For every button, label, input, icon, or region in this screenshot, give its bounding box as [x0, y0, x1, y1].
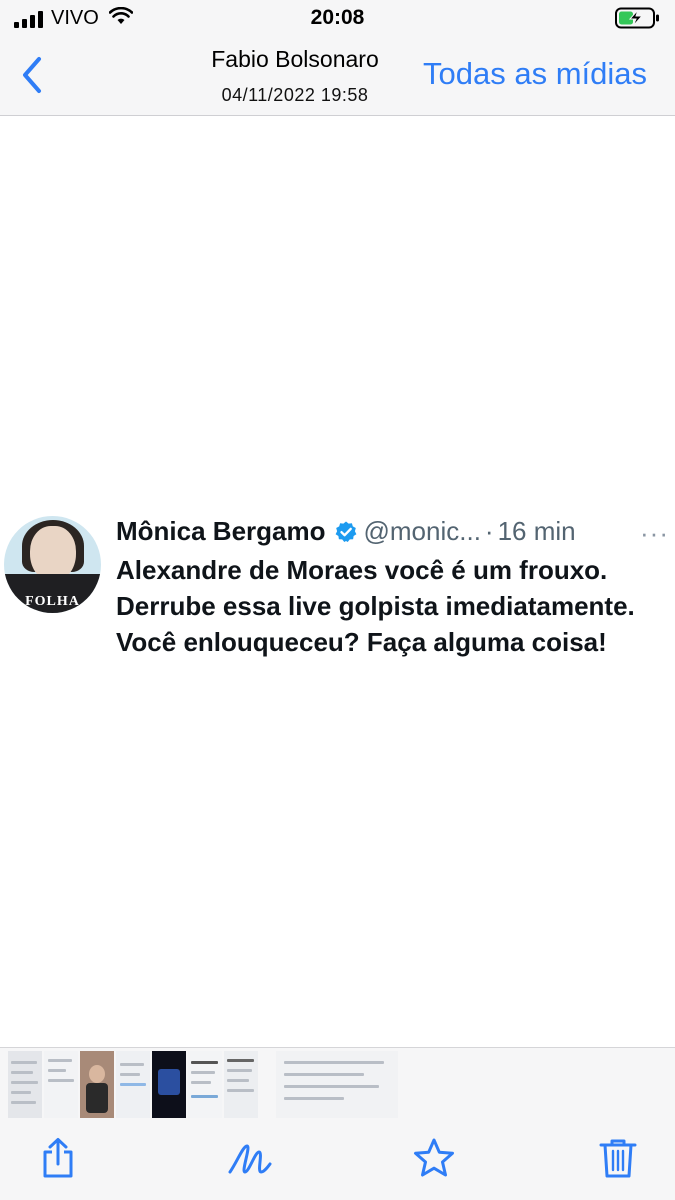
share-icon: [43, 1138, 73, 1178]
media-thumbnail[interactable]: [188, 1051, 222, 1118]
favorite-star-icon: [414, 1138, 454, 1177]
trash-icon: [599, 1139, 637, 1178]
tweet-handle: @monic...: [363, 516, 481, 546]
media-thumbnail[interactable]: [80, 1051, 114, 1118]
media-thumbnail-selected[interactable]: [276, 1051, 398, 1118]
tweet-text: Alexandre de Moraes você é um frouxo. De…: [116, 555, 635, 657]
battery-charging-icon: [615, 7, 661, 34]
delete-button[interactable]: [594, 1134, 642, 1182]
share-button[interactable]: [34, 1134, 82, 1182]
media-thumbnail[interactable]: [152, 1051, 186, 1118]
markup-button[interactable]: [226, 1134, 274, 1182]
favorite-button[interactable]: [410, 1134, 458, 1182]
bottom-toolbar: [0, 1120, 675, 1200]
media-thumbnail[interactable]: [116, 1051, 150, 1118]
tweet-author-name: Mônica Bergamo: [116, 516, 326, 546]
more-dots-icon: ···: [640, 518, 669, 548]
nav-bar: Fabio Bolsonaro 04/11/2022 19:58 Todas a…: [0, 38, 675, 116]
media-thumbnail-strip[interactable]: [0, 1047, 675, 1120]
all-media-button[interactable]: Todas as mídias: [423, 56, 647, 92]
media-thumbnail[interactable]: [224, 1051, 258, 1118]
back-button[interactable]: [12, 52, 52, 98]
message-date: 04/11/2022 19:58: [221, 85, 369, 105]
verified-badge-icon: [334, 520, 358, 544]
avatar: FOLHA: [4, 516, 101, 613]
avatar-logo: FOLHA: [25, 594, 80, 609]
media-thumbnail[interactable]: [8, 1051, 42, 1118]
markup-icon: [228, 1144, 272, 1174]
chevron-left-icon: [23, 57, 41, 93]
tweet-image: FOLHA Mônica Bergamo @monic... · 16 min …: [0, 510, 675, 710]
media-thumbnail[interactable]: [44, 1051, 78, 1118]
status-bar: VIVO 20:08: [0, 0, 675, 38]
tweet-header: Mônica Bergamo @monic... · 16 min: [116, 516, 576, 547]
conversation-title: Fabio Bolsonaro: [211, 46, 379, 72]
tweet-separator: ·: [484, 516, 494, 546]
tweet-time: 16 min: [497, 516, 576, 546]
status-time: 20:08: [310, 6, 365, 29]
